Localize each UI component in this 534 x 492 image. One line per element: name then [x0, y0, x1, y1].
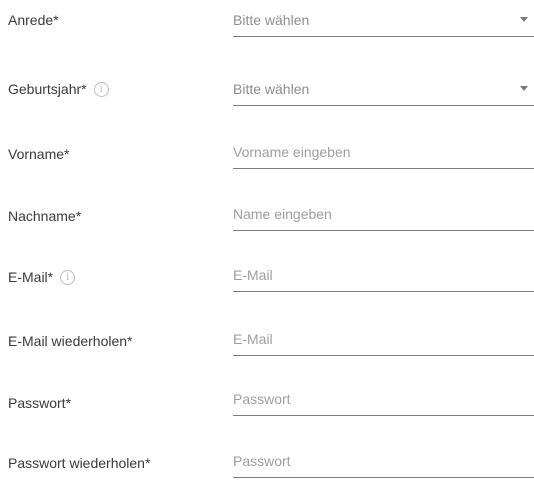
first-name-field[interactable]	[233, 143, 534, 169]
salutation-row: Anrede* Bitte wählen	[0, 11, 534, 51]
birth-year-row: Geburtsjahr* i Bitte wählen	[0, 80, 534, 120]
password-field[interactable]	[233, 390, 534, 416]
info-icon[interactable]: i	[93, 81, 109, 97]
email-repeat-field[interactable]	[233, 330, 534, 356]
last-name-input[interactable]	[233, 205, 513, 223]
email-input[interactable]	[233, 266, 513, 284]
birth-year-label: Geburtsjahr* i	[8, 80, 109, 98]
first-name-row: Vorname*	[0, 143, 534, 183]
salutation-label: Anrede*	[8, 12, 59, 28]
first-name-label: Vorname*	[8, 146, 70, 162]
last-name-field[interactable]	[233, 205, 534, 231]
chevron-down-icon	[520, 86, 528, 91]
password-repeat-field[interactable]	[233, 452, 534, 478]
password-row: Passwort*	[0, 390, 534, 430]
email-row: E-Mail* i	[0, 266, 534, 306]
email-repeat-input[interactable]	[233, 330, 513, 348]
chevron-down-icon	[520, 17, 528, 22]
password-label: Passwort*	[8, 395, 72, 411]
email-repeat-label: E-Mail wiederholen*	[8, 333, 133, 349]
password-repeat-label: Passwort wiederholen*	[8, 455, 151, 471]
info-icon[interactable]: i	[60, 269, 76, 285]
email-field[interactable]	[233, 266, 534, 292]
birth-year-select-value: Bitte wählen	[233, 81, 310, 97]
email-repeat-row: E-Mail wiederholen*	[0, 330, 534, 370]
email-label: E-Mail* i	[8, 268, 76, 286]
password-repeat-input[interactable]	[233, 452, 513, 470]
salutation-select[interactable]: Bitte wählen	[233, 11, 534, 37]
last-name-row: Nachname*	[0, 205, 534, 245]
password-repeat-row: Passwort wiederholen*	[0, 452, 534, 492]
birth-year-select[interactable]: Bitte wählen	[233, 80, 534, 106]
last-name-label: Nachname*	[8, 208, 82, 224]
password-input[interactable]	[233, 390, 513, 408]
salutation-select-value: Bitte wählen	[233, 12, 310, 28]
first-name-input[interactable]	[233, 143, 513, 161]
